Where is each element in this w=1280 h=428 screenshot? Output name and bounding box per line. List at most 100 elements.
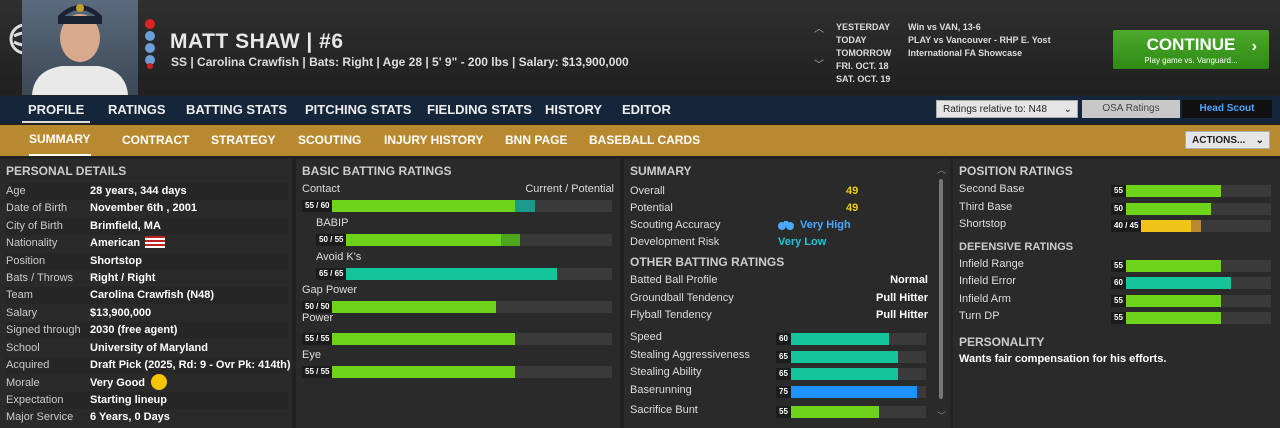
tab-ratings[interactable]: RATINGS: [108, 96, 166, 123]
rating-value: 50: [1111, 202, 1126, 215]
detail-row: Acquired Draft Pick (2025, Rd: 9 - Ovr Pk…: [6, 357, 291, 374]
contact-header: Contact: [302, 183, 340, 195]
scroll-thumb[interactable]: [939, 179, 943, 399]
continue-button[interactable]: CONTINUE Play game vs. Vanguard... ›: [1113, 30, 1269, 69]
detail-row: Major Service 6 Years, 0 Days: [6, 409, 288, 426]
scroll-up-icon[interactable]: ︿: [937, 163, 946, 176]
rating-value: 60: [1111, 277, 1126, 290]
rating-bar: 75: [776, 386, 926, 398]
current-fill: [776, 406, 880, 418]
smiley-icon: [151, 374, 168, 391]
tab-contract[interactable]: CONTRACT: [122, 125, 189, 156]
baserunning-label: Stealing Ability: [630, 366, 702, 378]
tab-pitching-stats[interactable]: PITCHING STATS: [305, 96, 411, 123]
detail-value: $13,900,000: [90, 306, 152, 319]
scroll-down-icon[interactable]: ﹀: [937, 409, 946, 422]
tab-summary[interactable]: SUMMARY: [29, 125, 91, 156]
ratings-relative-select[interactable]: Ratings relative to: N48 ⌄: [936, 100, 1078, 118]
detail-value: Very Good: [90, 377, 146, 390]
current-fill: [1111, 277, 1231, 290]
rating-value: 75: [776, 386, 791, 398]
detail-value: Brimfield, MA: [90, 219, 161, 232]
player-info-line: SS | Carolina Crawfish | Bats: Right | A…: [171, 55, 629, 69]
tab-history[interactable]: HISTORY: [545, 96, 602, 123]
panel-title: POSITION RATINGS: [959, 164, 1073, 178]
rating-bar: 60: [1111, 277, 1271, 290]
detail-label: Team: [6, 289, 33, 302]
panel-title: BASIC BATTING RATINGS: [302, 164, 452, 178]
detail-row: Nationality American: [6, 235, 288, 252]
detail-value: 2030 (free agent): [90, 324, 178, 337]
tab-bnn-page[interactable]: BNN PAGE: [505, 125, 567, 156]
detail-row: School University of Maryland: [6, 340, 288, 357]
detail-value: Draft Pick (2025, Rd: 9 - Ovr Pk: 414th): [90, 359, 291, 371]
tab-injury-history[interactable]: INJURY HISTORY: [384, 125, 483, 156]
other-rating-label: Batted Ball Profile: [630, 274, 718, 286]
defense-label: Infield Arm: [959, 292, 1011, 305]
rating-bar: 55: [1111, 260, 1271, 272]
tab-editor[interactable]: EDITOR: [622, 96, 671, 123]
current-fill: [302, 366, 516, 378]
chevron-down-icon: ⌄: [1063, 104, 1072, 115]
current-fill: [776, 351, 898, 363]
current-fill: [1111, 202, 1211, 215]
rating-value: 65: [776, 368, 791, 380]
current-fill: [316, 268, 557, 280]
defensive-ratings-title: DEFENSIVE RATINGS: [959, 241, 1074, 253]
rating-bar: 55: [776, 406, 926, 418]
rating-value: 55 / 55: [302, 366, 333, 378]
detail-row: Team Carolina Crawfish (N48): [6, 287, 288, 305]
defense-label: Turn DP: [959, 310, 1000, 323]
detail-label: Signed through: [6, 324, 81, 337]
schedule-row: YESTERDAY Win vs VAN, 13-6: [836, 22, 981, 32]
award-medals-icon: [145, 19, 155, 69]
player-name: MATT SHAW | #6: [170, 30, 344, 53]
tab-baseball-cards[interactable]: BASEBALL CARDS: [589, 125, 700, 156]
tab-batting-stats[interactable]: BATTING STATS: [186, 96, 287, 123]
current-fill: [302, 200, 516, 212]
rating-bar: 55 / 55: [302, 366, 612, 378]
head-scout-button[interactable]: Head Scout: [1182, 100, 1272, 118]
detail-value: Carolina Crawfish (N48): [90, 289, 215, 302]
detail-row: Morale Very Good: [6, 374, 288, 391]
rating-name: Power: [302, 312, 334, 324]
schedule-up-arrow-icon[interactable]: ︿: [814, 20, 824, 35]
detail-value: Right / Right: [90, 272, 156, 284]
chevron-down-icon: ⌄: [1255, 135, 1264, 146]
detail-row: Expectation Starting lineup: [6, 391, 288, 409]
other-rating-value: Pull Hitter: [876, 309, 928, 321]
development-risk-value: Very Low: [778, 236, 827, 248]
detail-row: Age 28 years, 344 days: [6, 183, 288, 200]
actions-dropdown[interactable]: ACTIONS... ⌄: [1185, 131, 1270, 149]
detail-row: Date of Birth November 6th , 2001: [6, 200, 288, 217]
rating-bar: 65: [776, 351, 926, 363]
main-tabs: PROFILE RATINGS BATTING STATS PITCHING S…: [0, 96, 1280, 123]
schedule-row: SAT. OCT. 19: [836, 74, 891, 84]
other-batting-title: OTHER BATTING RATINGS: [630, 255, 785, 269]
current-fill: [776, 333, 889, 345]
rating-value: 65: [776, 351, 791, 363]
personality-title: PERSONALITY: [959, 335, 1045, 349]
osa-ratings-button[interactable]: OSA Ratings: [1082, 100, 1180, 118]
other-rating-label: Flyball Tendency: [630, 309, 712, 321]
potential-label: Potential: [630, 202, 673, 214]
development-risk-label: Development Risk: [630, 236, 720, 248]
us-flag-icon: [145, 236, 166, 249]
rating-bar: 65 / 65: [316, 268, 612, 280]
schedule-down-arrow-icon[interactable]: ﹀: [814, 56, 824, 71]
tab-fielding-stats[interactable]: FIELDING STATS: [427, 96, 532, 123]
current-fill: [776, 368, 898, 380]
tab-strategy[interactable]: STRATEGY: [211, 125, 275, 156]
position-ratings-panel: POSITION RATINGS Second Base 55 Third Base…: [953, 159, 1280, 428]
scrollbar[interactable]: ︿ ﹀: [937, 163, 946, 425]
detail-row: City of Birth Brimfield, MA: [6, 217, 288, 235]
tab-scouting[interactable]: SCOUTING: [298, 125, 361, 156]
rating-bar: 50: [1111, 202, 1271, 215]
baserunning-label: Baserunning: [630, 384, 692, 396]
potential-value: 49: [846, 202, 859, 214]
rating-value: 55: [776, 406, 791, 418]
tab-profile[interactable]: PROFILE: [22, 96, 91, 123]
rating-name: Eye: [302, 349, 321, 361]
detail-label: Date of Birth: [6, 202, 68, 215]
detail-label: Bats / Throws: [6, 272, 74, 284]
